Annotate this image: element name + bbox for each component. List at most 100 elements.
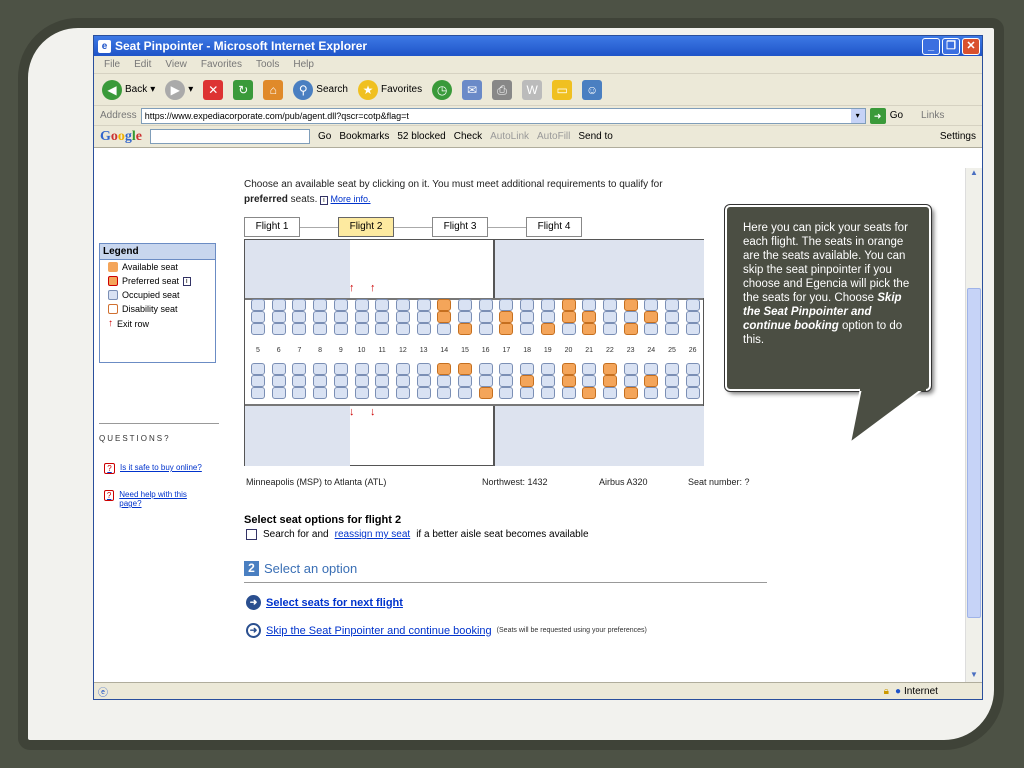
more-info-link[interactable]: More info. [331, 194, 371, 204]
occupied-seat [582, 299, 597, 311]
available-seat[interactable] [582, 387, 597, 399]
menu-view[interactable]: View [165, 59, 187, 70]
minimize-button[interactable]: _ [922, 37, 940, 55]
tab-flight-2[interactable]: Flight 2 [338, 217, 394, 237]
info-icon[interactable]: i [183, 276, 191, 286]
go-button[interactable]: Go [890, 110, 903, 121]
tab-flight-1[interactable]: Flight 1 [244, 217, 300, 237]
forward-button[interactable]: ▶ ▾ [165, 79, 193, 100]
reassign-checkbox[interactable] [246, 529, 257, 540]
vertical-scrollbar[interactable]: ▲ ▼ [965, 168, 982, 684]
menu-edit[interactable]: Edit [134, 59, 151, 70]
occupied-seat [395, 375, 410, 387]
address-input[interactable]: https://www.expediacorporate.com/pub/age… [140, 107, 866, 124]
occupied-seat [561, 387, 576, 399]
messenger-icon[interactable]: ☺ [582, 79, 603, 100]
occupied-seat [313, 363, 328, 375]
select-next-flight-link[interactable]: Select seats for next flight [266, 597, 403, 609]
row-number: 13 [419, 347, 428, 354]
occupied-seat [292, 299, 307, 311]
available-seat[interactable] [437, 363, 452, 375]
occupied-seat [665, 363, 679, 375]
occupied-seat [685, 323, 700, 335]
tab-connector [394, 227, 432, 228]
available-seat[interactable] [623, 299, 638, 311]
tab-flight-4[interactable]: Flight 4 [526, 217, 582, 237]
occupied-seat [395, 299, 410, 311]
available-seat[interactable] [561, 363, 576, 375]
available-seat[interactable] [623, 323, 638, 335]
stop-icon[interactable]: ✕ [203, 79, 224, 100]
available-seat[interactable] [520, 375, 535, 387]
settings-button[interactable]: Settings [940, 131, 982, 142]
available-seat[interactable] [582, 311, 597, 323]
occupied-seat [499, 375, 514, 387]
google-search-input[interactable] [150, 129, 310, 144]
bookmarks-button[interactable]: Bookmarks [339, 131, 389, 142]
mail-icon[interactable]: ✉ [462, 79, 483, 100]
available-seat[interactable] [499, 323, 514, 335]
skip-pinpointer-link[interactable]: Skip the Seat Pinpointer and continue bo… [266, 625, 492, 637]
folder-icon[interactable]: ▭ [552, 79, 573, 100]
available-seat[interactable] [561, 375, 576, 387]
autofill-button[interactable]: AutoFill [537, 131, 570, 142]
close-button[interactable]: ✕ [962, 37, 980, 55]
spell-check-button[interactable]: Check [454, 131, 482, 142]
links-button[interactable]: Links [921, 110, 944, 121]
available-seat[interactable] [499, 311, 514, 323]
reassign-seat-link[interactable]: reassign my seat [335, 529, 411, 540]
history-icon[interactable]: ◷ [432, 79, 453, 100]
available-seat[interactable] [437, 299, 452, 311]
scroll-up-icon[interactable]: ▲ [966, 168, 982, 182]
send-to-button[interactable]: Send to [578, 131, 612, 142]
occupied-seat [251, 299, 265, 311]
available-seat[interactable] [602, 375, 617, 387]
occupied-seat [313, 387, 328, 399]
available-seat[interactable] [458, 363, 472, 375]
info-icon[interactable]: i [320, 196, 328, 205]
available-seat[interactable] [561, 311, 576, 323]
available-seat[interactable] [437, 311, 452, 323]
available-seat[interactable] [540, 323, 555, 335]
menu-favorites[interactable]: Favorites [201, 59, 242, 70]
refresh-icon[interactable]: ↻ [233, 79, 254, 100]
google-go-button[interactable]: Go [318, 131, 331, 142]
edit-icon[interactable]: W [522, 79, 543, 100]
wing-divider [493, 240, 495, 298]
section-number: 2 [244, 561, 259, 576]
help-link-page[interactable]: ? Need help with this page? [104, 490, 204, 508]
tab-flight-3[interactable]: Flight 3 [432, 217, 488, 237]
available-seat[interactable] [561, 299, 576, 311]
address-dropdown-icon[interactable]: ▾ [850, 108, 865, 123]
legend-title: Legend [100, 244, 215, 260]
occupied-seat [271, 311, 286, 323]
google-logo: Google [100, 128, 142, 144]
autolink-button[interactable]: AutoLink [490, 131, 529, 142]
available-seat[interactable] [582, 323, 597, 335]
menu-file[interactable]: File [104, 59, 120, 70]
occupied-seat [333, 387, 348, 399]
available-seat[interactable] [644, 311, 659, 323]
print-icon[interactable]: ⎙ [492, 79, 513, 100]
occupied-seat [395, 311, 410, 323]
maximize-button[interactable]: ❐ [942, 37, 960, 55]
popup-blocked-count[interactable]: 52 blocked [397, 131, 445, 142]
occupied-seat [602, 323, 617, 335]
seat-number: Seat number: ? [688, 477, 750, 487]
available-seat[interactable] [644, 375, 659, 387]
go-arrow-icon[interactable]: ➜ [869, 107, 886, 124]
available-seat[interactable] [602, 363, 617, 375]
available-seat[interactable] [458, 323, 472, 335]
menu-tools[interactable]: Tools [256, 59, 279, 70]
menu-help[interactable]: Help [293, 59, 314, 70]
available-seat[interactable] [623, 387, 638, 399]
right-wing-bottom [495, 406, 704, 466]
home-icon[interactable]: ⌂ [263, 79, 284, 100]
scroll-thumb[interactable] [967, 288, 981, 618]
occupied-seat [540, 387, 555, 399]
available-seat[interactable] [478, 387, 493, 399]
search-button[interactable]: ⚲ Search [293, 79, 348, 100]
favorites-button[interactable]: ★ Favorites [357, 79, 422, 100]
help-link-safe[interactable]: ? Is it safe to buy online? [104, 463, 202, 474]
back-button[interactable]: ◀ Back ▾ [102, 79, 155, 100]
